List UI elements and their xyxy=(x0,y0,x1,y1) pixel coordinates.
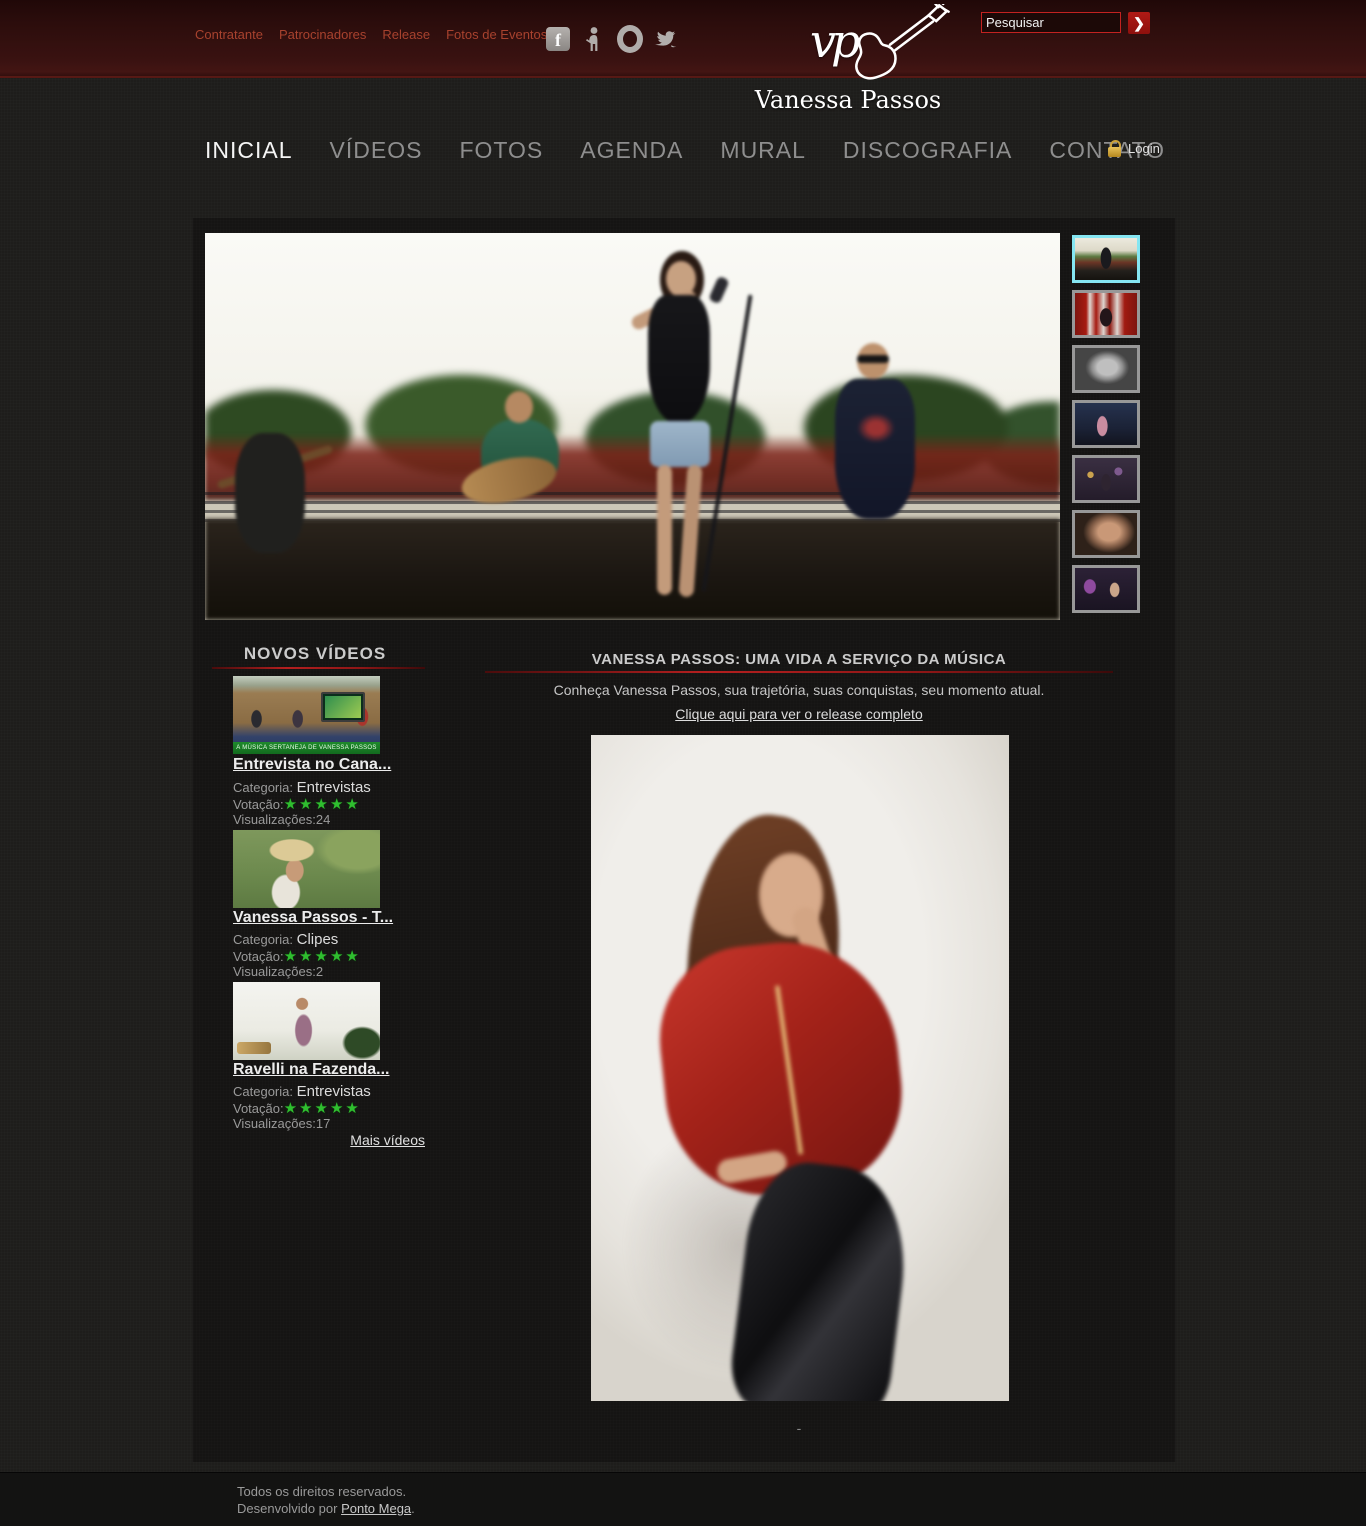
views-label: Visualizações: xyxy=(233,964,316,979)
nav-inicial[interactable]: INICIAL xyxy=(205,137,293,164)
rating-label: Votação: xyxy=(233,1101,284,1116)
twitter-glyph xyxy=(653,26,679,52)
carousel-thumb-1[interactable] xyxy=(1072,235,1140,283)
ponto-mega-link[interactable]: Ponto Mega xyxy=(341,1501,411,1516)
video-thumb-entrevista[interactable]: A MÚSICA SERTANEJA DE VANESSA PASSOS xyxy=(233,676,380,754)
video-rating-row: Votação:★★★★★ xyxy=(233,1099,361,1117)
video-title-link[interactable]: Vanessa Passos - T... xyxy=(233,909,433,927)
category-value: Entrevistas xyxy=(297,779,371,796)
views-label: Visualizações: xyxy=(233,812,316,827)
topbar-link-patrocinadores[interactable]: Patrocinadores xyxy=(279,27,366,42)
carousel-thumb-7[interactable] xyxy=(1072,565,1140,613)
category-value: Entrevistas xyxy=(297,1083,371,1100)
footer-suffix: . xyxy=(411,1501,415,1516)
guitar-icon xyxy=(846,4,956,84)
rating-label: Votação: xyxy=(233,949,284,964)
nav-agenda[interactable]: AGENDA xyxy=(580,137,683,164)
video-category-row: Categoria: Entrevistas xyxy=(233,1083,371,1100)
site-logo[interactable]: vp Vanessa Passos xyxy=(748,6,948,118)
page-background: Contratante Patrocinadores Release Fotos… xyxy=(0,0,1366,1525)
below-photo-dash: - xyxy=(485,1420,1113,1436)
rating-stars: ★★★★★ xyxy=(284,1100,361,1117)
search-input[interactable] xyxy=(981,12,1121,33)
video-views-row: Visualizações:2 xyxy=(233,964,323,979)
logo-title: Vanessa Passos xyxy=(748,86,948,114)
padlock-icon xyxy=(1108,140,1121,157)
views-label: Visualizações: xyxy=(233,1116,316,1131)
hero-slider-image[interactable] xyxy=(205,233,1060,620)
rating-label: Votação: xyxy=(233,797,284,812)
views-value: 24 xyxy=(316,812,330,827)
facebook-glyph: f xyxy=(546,27,570,51)
footer-developed-prefix: Desenvolvido por xyxy=(237,1501,341,1516)
topbar-link-release[interactable]: Release xyxy=(382,27,430,42)
category-label: Categoria: xyxy=(233,780,293,795)
release-heading: VANESSA PASSOS: UMA VIDA A SERVIÇO DA MÚ… xyxy=(485,651,1113,668)
novos-videos-divider xyxy=(212,667,425,669)
topbar: Contratante Patrocinadores Release Fotos… xyxy=(0,0,1366,78)
rating-stars: ★★★★★ xyxy=(284,796,361,813)
video-views-row: Visualizações:24 xyxy=(233,812,330,827)
login-label: Login xyxy=(1128,141,1160,156)
release-link[interactable]: Clique aqui para ver o release completo xyxy=(675,706,922,722)
topbar-link-fotos-de-eventos[interactable]: Fotos de Eventos xyxy=(446,27,547,42)
ring-icon[interactable] xyxy=(617,26,643,52)
video-rating-row: Votação:★★★★★ xyxy=(233,947,361,965)
carousel-thumb-3[interactable] xyxy=(1072,345,1140,393)
category-label: Categoria: xyxy=(233,932,293,947)
video-thumb-ravelli[interactable] xyxy=(233,982,380,1060)
search-area: ❯ xyxy=(981,12,1150,34)
nav-mural[interactable]: MURAL xyxy=(720,137,806,164)
topbar-links: Contratante Patrocinadores Release Fotos… xyxy=(195,27,547,42)
release-divider xyxy=(485,671,1113,673)
footer: Todos os direitos reservados. Desenvolvi… xyxy=(0,1472,1366,1526)
carousel-thumbnail-strip xyxy=(1072,235,1142,620)
vanessa-red-jacket-portrait xyxy=(591,735,1009,1401)
carousel-thumb-4[interactable] xyxy=(1072,400,1140,448)
video-thumb-vanessa-passos[interactable] xyxy=(233,830,380,908)
ravelli-watermark xyxy=(237,1042,271,1054)
category-value: Clipes xyxy=(297,931,339,948)
video-rating-row: Votação:★★★★★ xyxy=(233,795,361,813)
carousel-thumb-6[interactable] xyxy=(1072,510,1140,558)
nav-fotos[interactable]: FOTOS xyxy=(459,137,543,164)
rating-stars: ★★★★★ xyxy=(284,948,361,965)
release-intro: Conheça Vanessa Passos, sua trajetória, … xyxy=(485,682,1113,698)
orkut-person-icon[interactable] xyxy=(581,26,607,52)
video-category-row: Categoria: Clipes xyxy=(233,931,338,948)
person-glyph xyxy=(583,26,605,52)
twitter-bird-icon[interactable] xyxy=(653,26,679,52)
category-label: Categoria: xyxy=(233,1084,293,1099)
carousel-thumb-5[interactable] xyxy=(1072,455,1140,503)
topbar-link-contratante[interactable]: Contratante xyxy=(195,27,263,42)
footer-developer-line: Desenvolvido por Ponto Mega. xyxy=(237,1500,415,1517)
nav-discografia[interactable]: DISCOGRAFIA xyxy=(843,137,1012,164)
ring-glyph xyxy=(617,25,643,53)
views-value: 17 xyxy=(316,1116,330,1131)
mais-videos-link[interactable]: Mais vídeos xyxy=(205,1132,425,1148)
video-title-link[interactable]: Ravelli na Fazenda... xyxy=(233,1061,433,1079)
tv-screen xyxy=(321,692,365,722)
video-thumb-caption: A MÚSICA SERTANEJA DE VANESSA PASSOS xyxy=(233,742,380,754)
footer-rights: Todos os direitos reservados. xyxy=(237,1483,415,1500)
login-button[interactable]: Login xyxy=(1108,140,1160,157)
nav-videos[interactable]: VÍDEOS xyxy=(330,137,423,164)
hero-band-figures xyxy=(205,233,1060,620)
main-nav: INICIAL VÍDEOS FOTOS AGENDA MURAL DISCOG… xyxy=(205,137,1165,164)
footer-text: Todos os direitos reservados. Desenvolvi… xyxy=(237,1483,415,1517)
carousel-thumb-2[interactable] xyxy=(1072,290,1140,338)
novos-videos-heading: NOVOS VÍDEOS xyxy=(205,644,425,664)
views-value: 2 xyxy=(316,964,323,979)
video-title-link[interactable]: Entrevista no Cana... xyxy=(233,756,433,774)
video-category-row: Categoria: Entrevistas xyxy=(233,779,371,796)
search-submit-button[interactable]: ❯ xyxy=(1128,12,1150,34)
facebook-icon[interactable]: f xyxy=(545,26,571,52)
video-views-row: Visualizações:17 xyxy=(233,1116,330,1131)
social-icons: f xyxy=(545,26,679,52)
